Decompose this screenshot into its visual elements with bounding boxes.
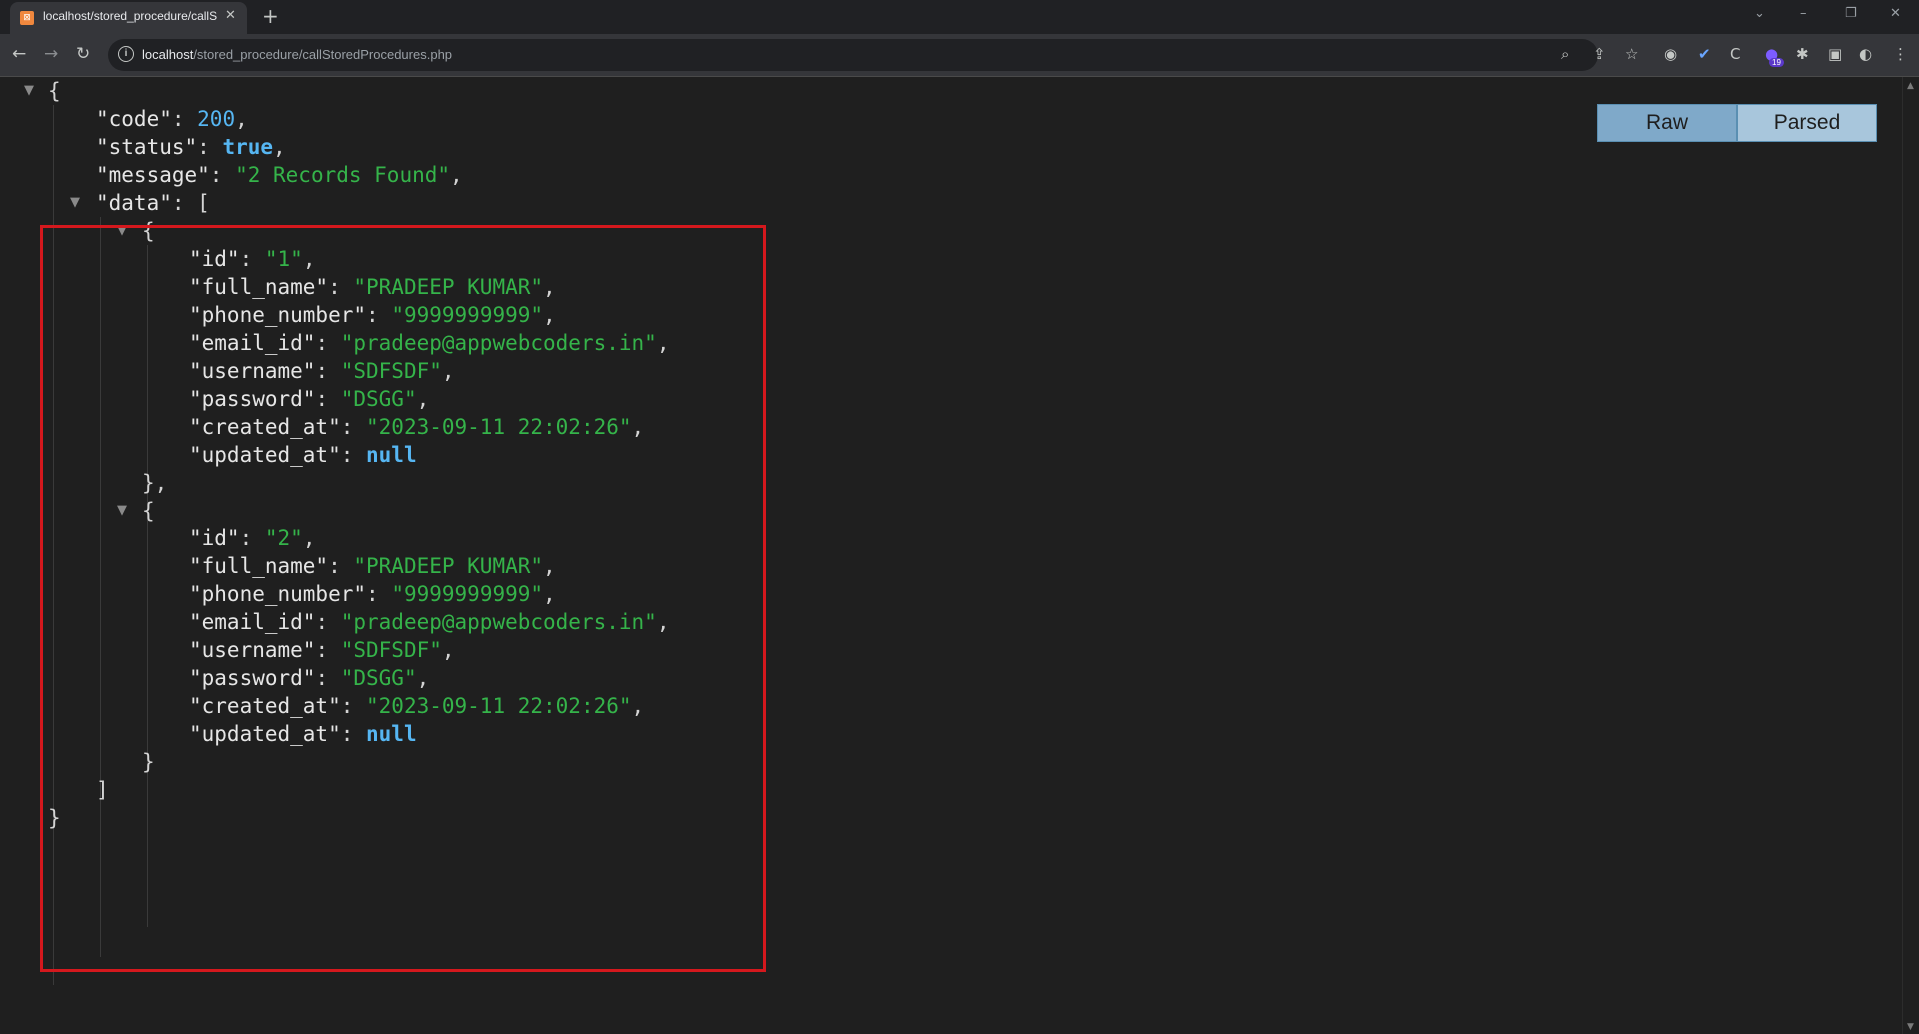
code-key: "code" xyxy=(96,107,172,131)
url-text[interactable]: localhost/stored_procedure/callStoredPro… xyxy=(142,47,452,62)
message-key: "message" xyxy=(96,163,210,187)
status-key: "status" xyxy=(96,135,198,159)
star-icon[interactable]: ☆ xyxy=(1625,45,1638,63)
browser-tab[interactable]: ⊠ localhost/stored_procedure/callS ✕ xyxy=(10,2,247,34)
code-value: 200 xyxy=(197,107,236,131)
address-bar[interactable]: i localhost/stored_procedure/callStoredP… xyxy=(108,39,1598,71)
extension-badge: 19 xyxy=(1769,58,1784,67)
data-line: "data": [ xyxy=(96,191,210,215)
puzzle-icon[interactable]: ✱ xyxy=(1796,45,1809,63)
root-open-brace: { xyxy=(48,79,61,103)
tab-search-icon[interactable]: ⌄ xyxy=(1754,6,1765,21)
minimize-icon[interactable]: – xyxy=(1800,6,1807,21)
new-tab-icon[interactable]: + xyxy=(262,4,279,28)
status-line: "status": true, xyxy=(96,135,286,159)
c-extension-icon[interactable]: C xyxy=(1730,45,1740,63)
data-key: "data" xyxy=(96,191,172,215)
raw-button[interactable]: Raw xyxy=(1597,104,1737,142)
xampp-icon: ⊠ xyxy=(20,11,34,25)
share-icon[interactable]: ⇪ xyxy=(1593,45,1606,63)
info-icon[interactable]: i xyxy=(118,46,134,62)
menu-icon[interactable]: ⋮ xyxy=(1893,45,1908,63)
status-value: true xyxy=(222,135,274,159)
code-line: "code": 200, xyxy=(96,107,248,131)
message-line: "message": "2 Records Found", xyxy=(96,163,463,187)
message-value: "2 Records Found" xyxy=(235,163,451,187)
profile-avatar-icon[interactable]: ◐ xyxy=(1859,45,1872,63)
json-viewer: ▼ { "code": 200, "status": true, "messag… xyxy=(0,77,1902,1034)
sidepanel-icon[interactable]: ▣ xyxy=(1828,45,1842,63)
parsed-button[interactable]: Parsed xyxy=(1737,104,1877,142)
collapse-root-icon[interactable]: ▼ xyxy=(24,83,34,99)
forward-icon[interactable]: → xyxy=(44,44,58,64)
zoom-icon[interactable]: ⌕ xyxy=(1561,45,1569,63)
check-extension-icon[interactable]: ✔ xyxy=(1698,45,1711,63)
collapse-data-icon[interactable]: ▼ xyxy=(70,195,80,211)
close-window-icon[interactable]: ✕ xyxy=(1890,6,1901,21)
tab-title: localhost/stored_procedure/callS xyxy=(43,9,218,23)
tab-strip: ⊠ localhost/stored_procedure/callS ✕ + ⌄… xyxy=(0,0,1919,34)
view-toggle: Raw Parsed xyxy=(1597,104,1877,142)
reload-icon[interactable]: ↻ xyxy=(76,44,90,64)
url-path: /stored_procedure/callStoredProcedures.p… xyxy=(193,47,453,62)
vertical-scrollbar[interactable]: ▲ ▼ xyxy=(1902,77,1919,1034)
url-host: localhost xyxy=(142,47,194,62)
camera-extension-icon[interactable]: ◉ xyxy=(1664,45,1677,63)
restore-icon[interactable]: ❐ xyxy=(1845,6,1857,21)
back-icon[interactable]: ← xyxy=(12,44,26,64)
scroll-down-icon[interactable]: ▼ xyxy=(1907,1022,1914,1032)
highlight-box xyxy=(40,225,766,972)
browser-toolbar: ← → ↻ i localhost/stored_procedure/callS… xyxy=(0,34,1919,77)
scroll-up-icon[interactable]: ▲ xyxy=(1907,81,1914,91)
close-tab-icon[interactable]: ✕ xyxy=(225,8,236,23)
